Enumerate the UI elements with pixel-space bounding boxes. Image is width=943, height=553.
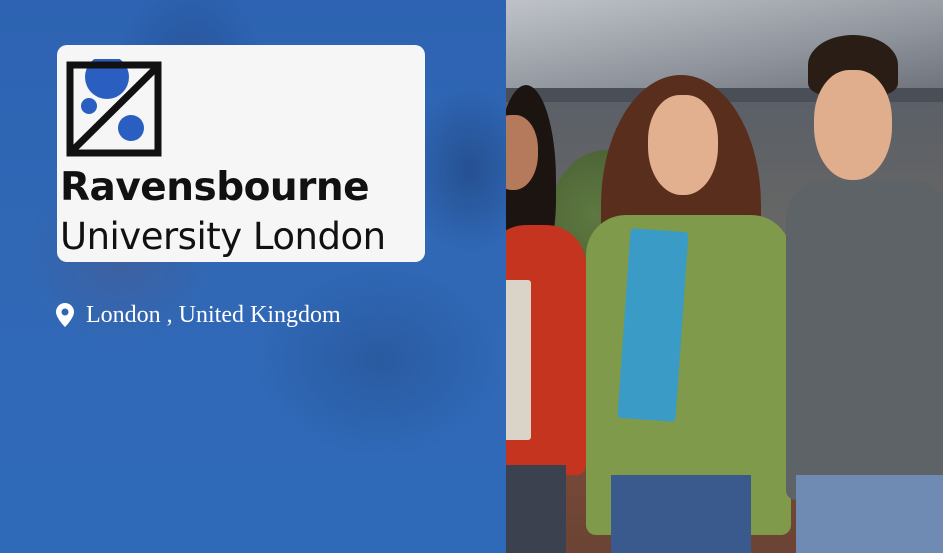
student-grey-hoodie bbox=[786, 35, 943, 553]
location-text: London , United Kingdom bbox=[86, 301, 341, 328]
logo-name-line1: Ravensbourne bbox=[60, 165, 370, 210]
logo-mark-icon bbox=[66, 59, 162, 157]
university-logo: Ravensbourne University London bbox=[57, 45, 425, 262]
location: London , United Kingdom bbox=[56, 300, 341, 330]
students-photo bbox=[506, 0, 943, 553]
student-green-hoodie bbox=[586, 75, 791, 553]
university-hero-banner: Ravensbourne University London London , … bbox=[0, 0, 943, 553]
logo-name-line2: University London bbox=[60, 215, 386, 258]
map-pin-icon bbox=[56, 303, 74, 327]
